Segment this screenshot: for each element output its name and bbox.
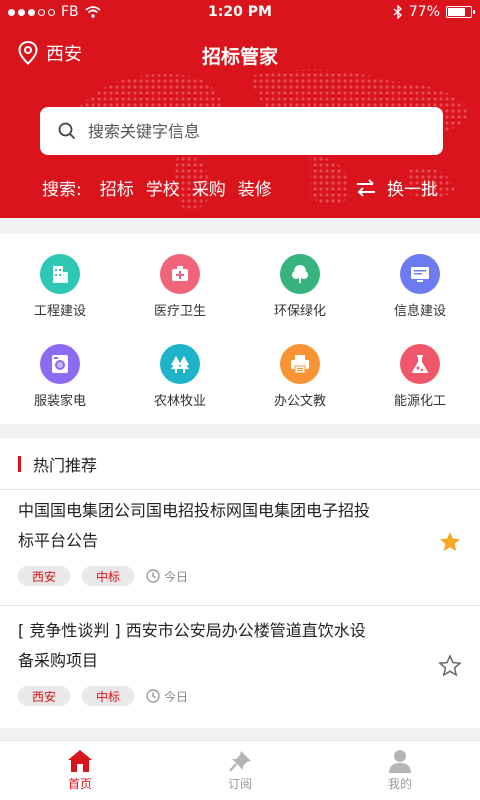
search-icon xyxy=(58,122,76,140)
tree-icon xyxy=(280,254,320,294)
medical-kit-icon xyxy=(160,254,200,294)
category-office[interactable]: 办公文教 xyxy=(240,324,360,409)
refresh-label: 换一批 xyxy=(387,180,438,200)
category-environment[interactable]: 环保绿化 xyxy=(240,234,360,319)
category-it[interactable]: 信息建设 xyxy=(360,234,480,319)
header: FB 1:20 PM 77% 西安 招标管家 搜索关键字信息 搜索: 招标 学校… xyxy=(0,0,480,218)
category-label: 农林牧业 xyxy=(153,394,206,409)
battery-percent: 77% xyxy=(408,4,440,20)
pin-icon xyxy=(229,751,251,772)
tab-label: 订阅 xyxy=(227,777,252,791)
region-tag: 西安 xyxy=(18,566,70,586)
item-meta: 西安 中标 今日 xyxy=(18,566,188,586)
hot-keywords: 搜索: 招标 学校 采购 装修 xyxy=(42,175,272,200)
clock-icon xyxy=(146,689,160,703)
time-label: 今日 xyxy=(164,689,189,704)
item-time: 今日 xyxy=(146,568,188,585)
keyword-link[interactable]: 学校 xyxy=(146,175,180,200)
tab-bar: 首页 订阅 我的 xyxy=(0,740,480,800)
swap-icon xyxy=(357,178,375,197)
bluetooth-icon xyxy=(393,5,402,19)
recommend-section: 热门推荐 中国国电集团公司国电招投标网国电集团电子招投 标平台公告 西安 中标 … xyxy=(0,438,480,728)
category-grid: 工程建设 医疗卫生 环保绿化 信息建设 服装家电 农林牧业 办公文教 能源化工 xyxy=(0,234,480,424)
page-title: 招标管家 xyxy=(201,46,278,68)
item-title-line: 备采购项目 xyxy=(18,651,99,670)
status-tag: 中标 xyxy=(82,686,134,706)
section-accent-bar xyxy=(18,455,21,472)
forest-icon xyxy=(160,344,200,384)
section-header: 热门推荐 xyxy=(0,438,480,490)
keyword-link[interactable]: 招标 xyxy=(100,175,134,200)
item-time: 今日 xyxy=(146,688,188,705)
status-tag: 中标 xyxy=(82,566,134,586)
list-item[interactable]: 中国国电集团公司国电招投标网国电集团电子招投 标平台公告 西安 中标 今日 xyxy=(0,490,480,605)
region-tag: 西安 xyxy=(18,686,70,706)
search-box[interactable] xyxy=(40,107,443,155)
keyword-link[interactable]: 采购 xyxy=(192,175,226,200)
user-icon xyxy=(389,750,411,773)
tab-profile[interactable]: 我的 xyxy=(320,741,480,800)
tab-label: 我的 xyxy=(387,777,412,791)
item-title-line: [ 竞争性谈判 ] 西安市公安局办公楼管道直饮水设 xyxy=(18,621,366,640)
category-label: 服装家电 xyxy=(33,394,86,409)
category-label: 工程建设 xyxy=(33,304,86,319)
category-label: 能源化工 xyxy=(393,394,446,409)
category-label: 医疗卫生 xyxy=(153,304,206,319)
item-title-line: 标平台公告 xyxy=(18,531,99,550)
star-outline-icon[interactable] xyxy=(438,654,462,678)
tab-label: 首页 xyxy=(67,777,92,791)
category-apparel[interactable]: 服装家电 xyxy=(0,324,120,409)
time-label: 今日 xyxy=(164,569,189,584)
section-title: 热门推荐 xyxy=(33,455,98,475)
item-title: 中国国电集团公司国电招投标网国电集团电子招投 标平台公告 xyxy=(18,496,418,556)
printer-icon xyxy=(280,344,320,384)
list-item[interactable]: [ 竞争性谈判 ] 西安市公安局办公楼管道直饮水设 备采购项目 西安 中标 今日 xyxy=(0,606,480,726)
star-filled-icon[interactable] xyxy=(438,530,462,554)
washing-machine-icon xyxy=(40,344,80,384)
item-title: [ 竞争性谈判 ] 西安市公安局办公楼管道直饮水设 备采购项目 xyxy=(18,616,418,676)
category-label: 信息建设 xyxy=(393,304,446,319)
item-meta: 西安 中标 今日 xyxy=(18,686,188,706)
flask-icon xyxy=(400,344,440,384)
clock-icon xyxy=(146,569,160,583)
building-icon xyxy=(40,254,80,294)
refresh-keywords-button[interactable]: 换一批 xyxy=(355,175,438,200)
item-title-line: 中国国电集团公司国电招投标网国电集团电子招投 xyxy=(18,501,371,520)
category-label: 办公文教 xyxy=(273,394,326,409)
category-energy[interactable]: 能源化工 xyxy=(360,324,480,409)
category-medical[interactable]: 医疗卫生 xyxy=(120,234,240,319)
category-engineering[interactable]: 工程建设 xyxy=(0,234,120,319)
tab-home[interactable]: 首页 xyxy=(0,741,160,800)
tab-subscribe[interactable]: 订阅 xyxy=(160,741,320,800)
status-bar: FB 1:20 PM 77% xyxy=(0,0,480,26)
search-label: 搜索: xyxy=(42,180,82,200)
keyword-link[interactable]: 装修 xyxy=(238,175,272,200)
category-agriculture[interactable]: 农林牧业 xyxy=(120,324,240,409)
monitor-icon xyxy=(400,254,440,294)
battery-icon xyxy=(446,6,475,18)
search-input[interactable] xyxy=(88,121,408,141)
category-label: 环保绿化 xyxy=(273,304,326,319)
home-icon xyxy=(68,750,92,772)
